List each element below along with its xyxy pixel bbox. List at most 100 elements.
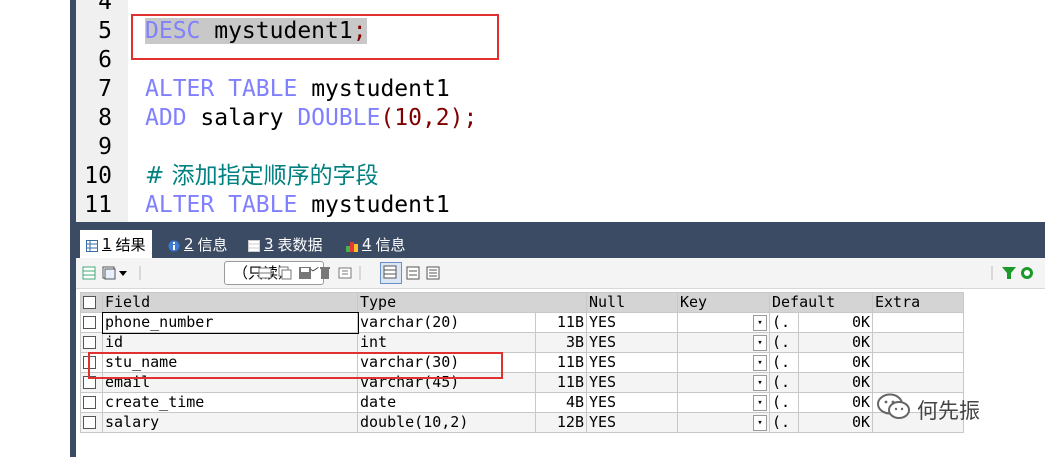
keyword: TABLE [228,192,298,218]
checkbox[interactable] [83,416,96,429]
null-cell[interactable]: YES [586,352,678,373]
checkbox[interactable] [83,296,96,309]
row-checkbox-cell[interactable] [80,392,103,413]
delete-icon[interactable] [318,265,332,279]
column-header[interactable]: Default [769,292,873,313]
type-cell[interactable]: varchar(20) [356,312,537,333]
key-cell[interactable]: ▾ [677,352,770,373]
export-grid-icon[interactable] [82,265,96,280]
dropdown-arrow-icon[interactable]: ▾ [753,414,767,431]
type-cell[interactable]: date [356,392,537,413]
column-header[interactable]: Null [586,292,678,313]
code-line[interactable]: ALTER TABLE mystudent1 [145,75,450,104]
field-cell[interactable]: phone_number [101,311,359,334]
table-row[interactable]: salary double(10,2) 12B YES ▾ (. 0K [80,412,964,433]
type-cell[interactable]: double(10,2) [356,412,537,433]
keyword: ALTER [145,192,215,218]
null-cell[interactable]: YES [586,332,678,353]
table-row[interactable]: phone_number varchar(20) 11B YES ▾ (. 0K [80,311,964,334]
tab-info-2[interactable]: 4 信息 [340,230,412,258]
result-tabbar: 1 结果 2 信息 3 表数据 4 信息 [76,222,1045,258]
column-header[interactable]: Key [677,292,770,313]
dropdown-arrow-icon[interactable]: ▾ [753,314,767,331]
line-number: 6 [98,47,112,73]
null-cell[interactable]: YES [586,392,678,413]
default-cell[interactable]: (. [769,312,799,333]
info-icon [168,238,180,252]
save-icon[interactable] [298,265,312,279]
key-cell[interactable]: ▾ [677,372,770,393]
default-size-cell: 0K [798,392,873,413]
type-size-cell: 11B [535,372,587,393]
default-cell[interactable]: (. [769,392,799,413]
type-size-cell: 12B [535,412,587,433]
toolbar-separator [138,265,142,280]
type-size-cell: 11B [535,312,587,333]
checkbox[interactable] [83,316,96,329]
extra-cell[interactable] [872,372,964,393]
extra-cell[interactable] [872,312,964,333]
refresh-row-icon[interactable] [338,265,352,279]
type-cell[interactable]: int [356,332,537,353]
tab-results[interactable]: 1 结果 [80,230,152,258]
column-header[interactable]: Type [357,292,587,313]
default-size-cell: 0K [798,412,873,433]
tab-label: 信息 [375,235,406,254]
tab-info[interactable]: 2 信息 [162,230,234,258]
dropdown-arrow-icon[interactable]: ▾ [753,394,767,411]
default-size-cell: 0K [798,372,873,393]
checkbox[interactable] [83,396,96,409]
default-size-cell: 0K [798,332,873,353]
filter-icon[interactable] [1002,265,1016,279]
field-cell[interactable]: id [102,332,358,353]
default-size-cell: 0K [798,312,873,333]
form-view-icon[interactable] [406,265,420,280]
key-cell[interactable]: ▾ [677,392,770,413]
chart-icon [346,238,358,252]
row-checkbox-cell[interactable] [80,312,103,333]
tab-label: 表数据 [277,235,323,254]
default-cell[interactable]: (. [769,412,799,433]
tab-label: 信息 [197,235,228,254]
dropdown-arrow-icon[interactable]: ▾ [753,334,767,351]
checkbox[interactable] [83,336,96,349]
table-row[interactable]: create_time date 4B YES ▾ (. 0K [80,392,964,413]
column-header[interactable]: Field [102,292,358,313]
tab-table-data[interactable]: 3 表数据 [242,230,329,258]
column-header[interactable]: Extra [872,292,964,313]
add-row-icon[interactable] [258,265,272,279]
null-cell[interactable]: YES [586,372,678,393]
copy-grid-icon[interactable] [102,265,116,280]
type-size-cell: 11B [535,352,587,373]
result-toolbar: （只读）﹀ [76,258,1045,289]
code-line[interactable]: ADD salary DOUBLE(10,2); [145,104,477,133]
dropdown-arrow-icon[interactable]: ▾ [753,374,767,391]
field-cell[interactable]: salary [102,412,358,433]
grid-view-icon[interactable] [380,262,402,284]
default-cell[interactable]: (. [769,332,799,353]
key-cell[interactable]: ▾ [677,312,770,333]
select-all-checkbox[interactable] [80,292,103,313]
null-cell[interactable]: YES [586,412,678,433]
default-cell[interactable]: (. [769,372,799,393]
field-cell[interactable]: create_time [102,392,358,413]
line-number: 9 [98,134,112,160]
duplicate-row-icon[interactable] [278,265,292,280]
default-cell[interactable]: (. [769,352,799,373]
null-cell[interactable]: YES [586,312,678,333]
table-row[interactable]: id int 3B YES ▾ (. 0K [80,332,964,353]
row-checkbox-cell[interactable] [80,332,103,353]
extra-cell[interactable] [872,332,964,353]
extra-cell[interactable] [872,352,964,373]
dropdown-arrow-icon[interactable] [118,265,128,279]
dropdown-arrow-icon[interactable]: ▾ [753,354,767,371]
code-comment[interactable]: # 添加指定顺序的字段 [145,162,379,191]
key-cell[interactable]: ▾ [677,412,770,433]
code-line[interactable]: ALTER TABLE mystudent1 [145,191,450,220]
keyword: ADD [145,105,187,131]
text-view-icon[interactable] [426,265,440,280]
line-number: 7 [98,76,112,102]
key-cell[interactable]: ▾ [677,332,770,353]
row-checkbox-cell[interactable] [80,412,103,433]
refresh-icon[interactable] [1020,265,1034,279]
